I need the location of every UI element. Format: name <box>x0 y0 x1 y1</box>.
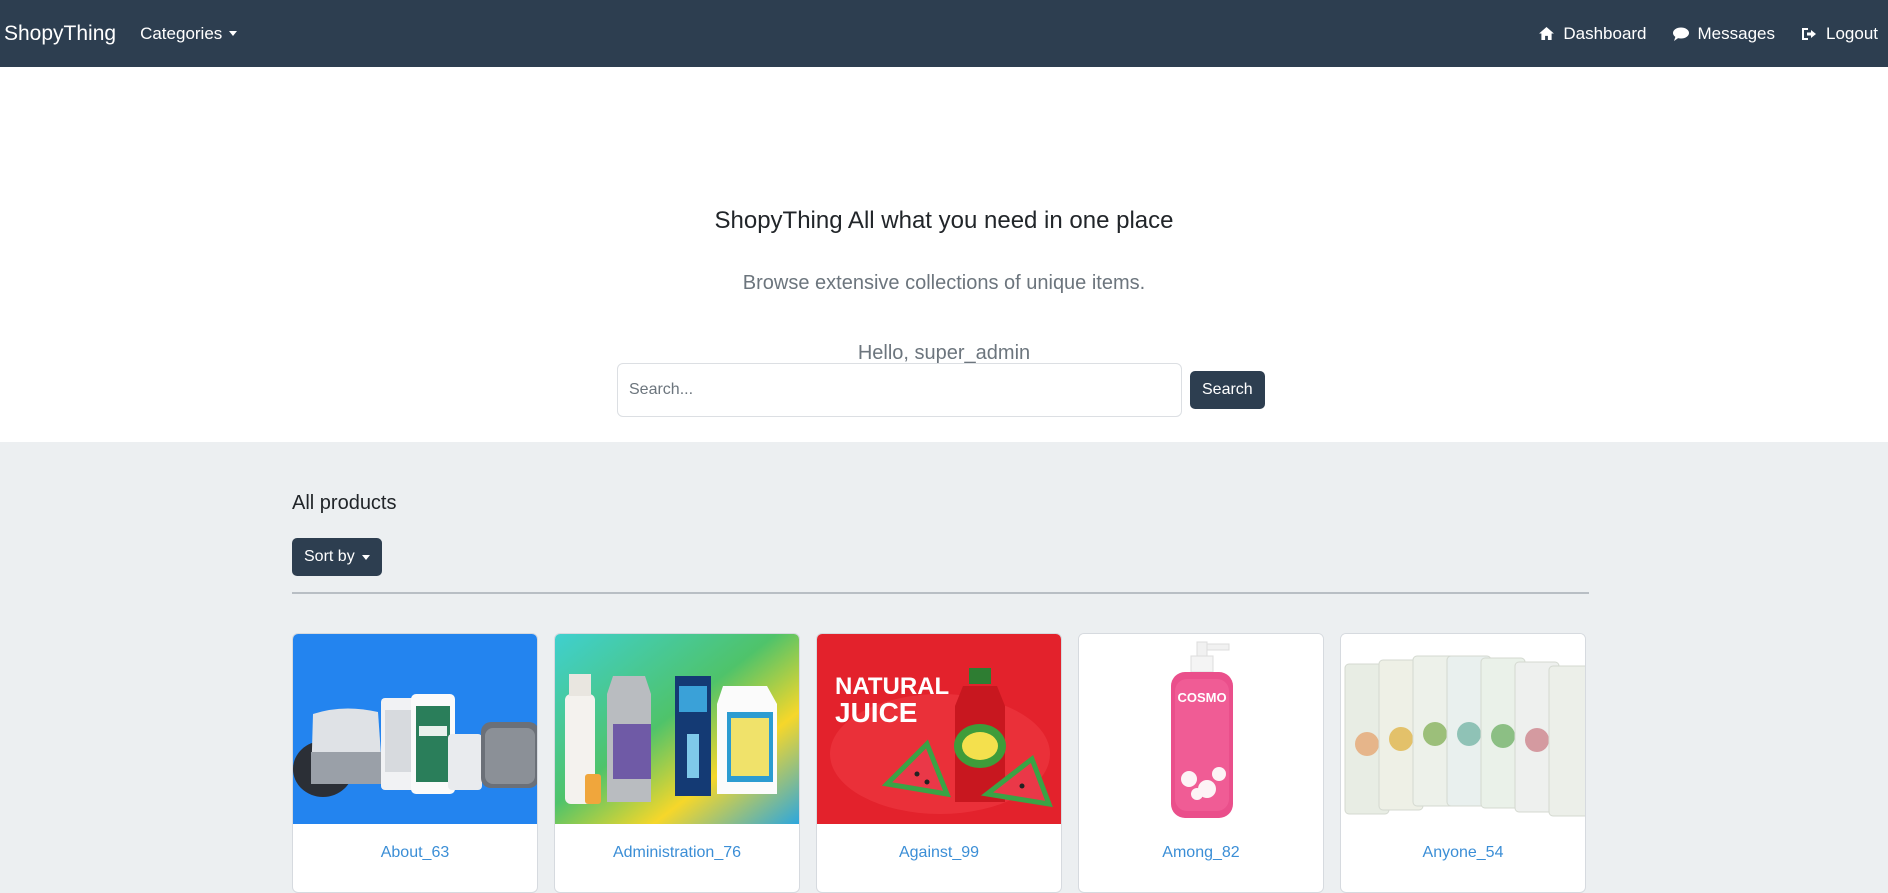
hero-title: ShopyThing All what you need in one plac… <box>714 207 1174 234</box>
categories-label: Categories <box>140 23 223 43</box>
logout-label: Logout <box>1826 23 1878 43</box>
product-card[interactable]: About_63 <box>292 633 538 893</box>
product-image: NATURAL JUICE <box>817 634 1061 824</box>
messages-link[interactable]: Messages <box>1672 23 1775 44</box>
logout-link[interactable]: Logout <box>1801 24 1878 44</box>
product-image <box>293 634 537 824</box>
dashboard-link[interactable]: Dashboard <box>1539 23 1647 44</box>
product-card[interactable]: COSMO Among_82 <box>1078 633 1324 893</box>
navbar-left: ShopyThing Categories <box>4 22 238 46</box>
product-name[interactable]: Among_82 <box>1079 844 1323 862</box>
user-greeting: Hello, super_admin <box>857 342 1031 364</box>
search-bar: Search <box>617 363 1265 417</box>
search-button[interactable]: Search <box>1190 371 1265 409</box>
section-title: All products <box>292 492 397 514</box>
product-grid: About_63 Administration_76 NATURAL JUICE… <box>292 633 1586 893</box>
product-card[interactable]: Anyone_54 <box>1340 633 1586 893</box>
section-divider <box>292 592 1589 594</box>
caret-down-icon <box>229 31 238 36</box>
product-image <box>1341 634 1585 824</box>
comment-icon <box>1672 27 1689 41</box>
navbar-right: Dashboard Messages Logout <box>1539 24 1884 44</box>
svg-text:JUICE: JUICE <box>835 697 917 728</box>
product-name[interactable]: Anyone_54 <box>1341 844 1585 862</box>
sort-by-label: Sort by <box>304 548 355 565</box>
top-navbar: ShopyThing Categories Dashboard Messages <box>0 0 1888 67</box>
product-name[interactable]: Administration_76 <box>555 844 799 862</box>
sort-by-dropdown[interactable]: Sort by <box>292 538 382 576</box>
hero-subtitle: Browse extensive collections of unique i… <box>742 272 1146 294</box>
messages-label: Messages <box>1697 23 1775 43</box>
categories-dropdown[interactable]: Categories <box>140 23 238 44</box>
search-input[interactable] <box>617 363 1182 417</box>
svg-text:NATURAL: NATURAL <box>835 673 949 700</box>
product-card[interactable]: Administration_76 <box>554 633 800 893</box>
product-image <box>555 634 799 824</box>
home-icon <box>1539 27 1555 40</box>
product-name[interactable]: Against_99 <box>817 844 1061 862</box>
dashboard-label: Dashboard <box>1563 23 1647 43</box>
product-image: COSMO <box>1079 634 1323 824</box>
sign-out-icon <box>1802 27 1816 40</box>
product-name[interactable]: About_63 <box>293 844 537 862</box>
caret-down-icon <box>361 554 370 560</box>
svg-text:COSMO: COSMO <box>1177 690 1226 705</box>
brand-logo[interactable]: ShopyThing <box>4 22 116 46</box>
product-card[interactable]: NATURAL JUICE Against_99 <box>816 633 1062 893</box>
